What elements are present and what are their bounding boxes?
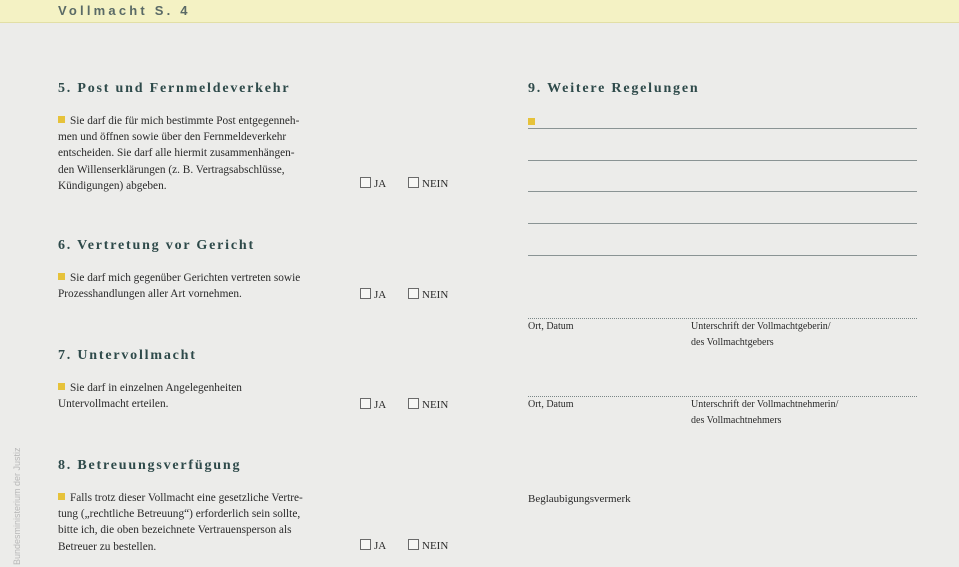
section-6-line: Sie darf mich gegenüber Gerichten vertre… xyxy=(58,270,348,286)
section-8-line: bitte ich, die oben bezeichnete Vertraue… xyxy=(58,524,292,537)
section-7-nein-option[interactable]: NEIN xyxy=(408,398,448,411)
taker-signature-label: Unterschrift der Vollmachtnehmerin/ des … xyxy=(691,399,839,426)
bullet-square-icon xyxy=(58,493,65,500)
checkbox[interactable] xyxy=(408,177,419,188)
side-publisher-text: Bundesministerium der Justiz xyxy=(12,447,22,565)
checkbox[interactable] xyxy=(360,288,371,299)
section-5-heading: 5. Post und Fernmeldeverkehr xyxy=(58,81,291,96)
section-6-text: Sie darf mich gegenüber Gerichten vertre… xyxy=(58,270,348,302)
section-8-heading: 8. Betreuungsverfügung xyxy=(58,458,242,473)
section-5-line: entscheiden. Sie darf alle hiermit zusam… xyxy=(58,147,295,160)
section-5-text: Sie darf die für mich bestimmte Post ent… xyxy=(58,113,348,194)
page-title: Vollmacht S. 4 xyxy=(58,3,191,18)
ort-datum-label: Ort, Datum xyxy=(528,321,574,332)
section-5-line: den Willenserklärungen (z. B. Vertragsab… xyxy=(58,163,285,176)
writing-line[interactable] xyxy=(528,191,917,192)
writing-line[interactable] xyxy=(528,223,917,224)
section-5-nein-option[interactable]: NEIN xyxy=(408,177,448,190)
section-8-nein-option[interactable]: NEIN xyxy=(408,539,448,552)
section-7-ja-option[interactable]: JA xyxy=(360,398,386,411)
checkbox[interactable] xyxy=(408,539,419,550)
section-8-line: Falls trotz dieser Vollmacht eine gesetz… xyxy=(58,490,348,506)
checkbox[interactable] xyxy=(360,398,371,409)
section-7-line: Untervollmacht erteilen. xyxy=(58,398,169,411)
section-8-ja-option[interactable]: JA xyxy=(360,539,386,552)
section-5-line: men und öffnen sowie über den Fernmeldev… xyxy=(58,131,287,144)
bullet-square-icon xyxy=(58,273,65,280)
section-8-line: tung („rechtliche Betreuung“) erforderli… xyxy=(58,508,301,521)
checkbox[interactable] xyxy=(360,177,371,188)
bullet-square-icon xyxy=(58,116,65,123)
section-8-text: Falls trotz dieser Vollmacht eine gesetz… xyxy=(58,490,348,555)
section-7-line: Sie darf in einzelnen Angelegenheiten xyxy=(58,380,348,396)
bullet-square-icon xyxy=(528,118,535,125)
section-6-nein-option[interactable]: NEIN xyxy=(408,288,448,301)
ort-datum-label: Ort, Datum xyxy=(528,399,574,410)
giver-signature-label: Unterschrift der Vollmachtgeberin/ des V… xyxy=(691,321,831,348)
writing-line[interactable] xyxy=(528,128,917,129)
beglaubigung-label: Beglaubigungsvermerk xyxy=(528,493,631,505)
section-9-heading: 9. Weitere Regelungen xyxy=(528,81,700,96)
checkbox[interactable] xyxy=(408,288,419,299)
section-8-line: Betreuer zu bestellen. xyxy=(58,540,157,553)
header-bar: Vollmacht S. 4 xyxy=(0,0,959,23)
section-6-heading: 6. Vertretung vor Gericht xyxy=(58,238,255,253)
section-5-line: Kündigungen) abgeben. xyxy=(58,179,167,192)
bullet-square-icon xyxy=(58,383,65,390)
writing-line[interactable] xyxy=(528,255,917,256)
checkbox[interactable] xyxy=(408,398,419,409)
section-6-ja-option[interactable]: JA xyxy=(360,288,386,301)
writing-line[interactable] xyxy=(528,160,917,161)
checkbox[interactable] xyxy=(360,539,371,550)
section-6-line: Prozesshandlungen aller Art vornehmen. xyxy=(58,288,242,301)
section-7-text: Sie darf in einzelnen Angelegenheiten Un… xyxy=(58,380,348,412)
section-5-line: Sie darf die für mich bestimmte Post ent… xyxy=(58,113,348,129)
section-7-heading: 7. Untervollmacht xyxy=(58,348,197,363)
section-5-ja-option[interactable]: JA xyxy=(360,177,386,190)
